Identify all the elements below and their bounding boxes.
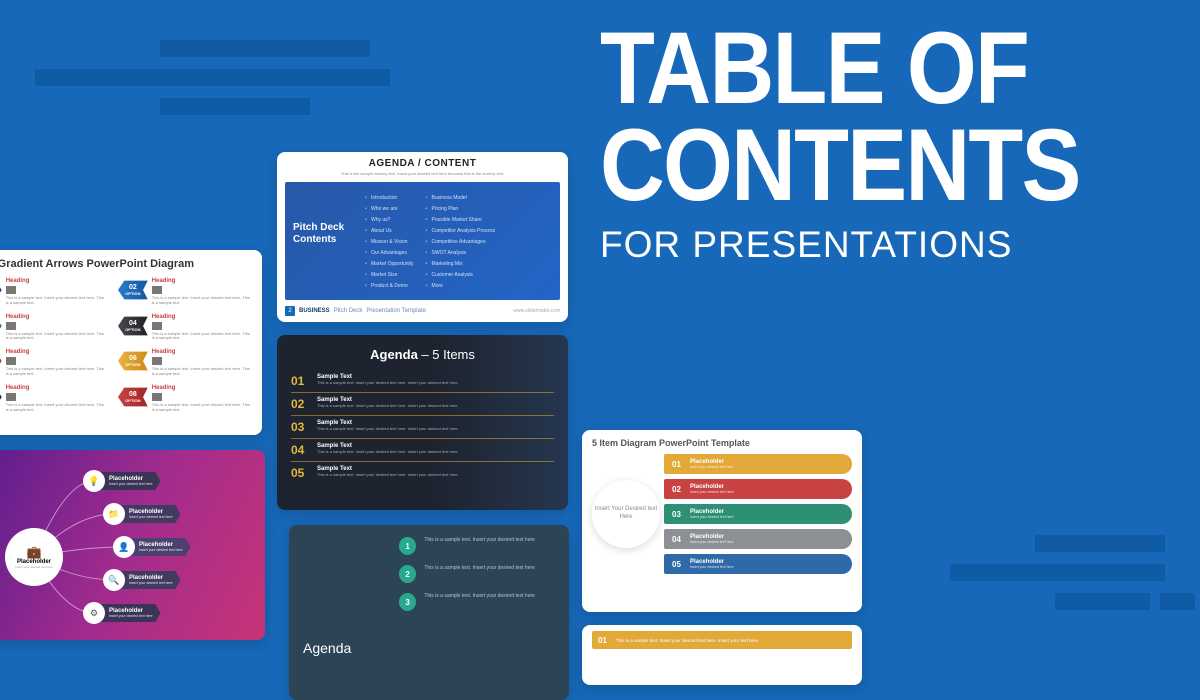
card5-bar: 02PlaceholderInsert your desired text he… [664,479,852,499]
card2-item: 01OPTIONHeadingThis is a sample text. In… [0,278,106,306]
search-icon: 🔍 [103,569,125,591]
decorative-bars-bottom [955,535,1195,610]
card4-node: 👤PlaceholderInsert your desired text her… [113,536,191,558]
thumbnail-gradient-arrows: teps Gradient Arrows PowerPoint Diagram … [0,250,262,435]
hero-line1: TABLE OF [600,20,1080,117]
hero-subtitle: FOR PRESENTATIONS [600,224,1145,266]
card5-bar: 03PlaceholderInsert your desired text he… [664,504,852,524]
thumbnail-agenda-teal: Agenda 1This is a sample text. Insert yo… [289,525,569,700]
card1-page-number: 2 [285,306,295,316]
card5-bar: 05PlaceholderInsert your desired text he… [664,554,852,574]
lightbulb-icon: 💡 [83,470,105,492]
card3-title: Agenda – 5 Items [291,347,554,362]
card4-node: 🔍PlaceholderInsert your desired text her… [103,569,181,591]
card1-subtitle: This is the sample dummy text. Insert yo… [287,171,558,176]
card4-node: ⚙PlaceholderInsert your desired text her… [83,602,161,624]
card3-row: 02Sample TextThis is a sample text. Inse… [291,393,554,416]
card5-title: 5 Item Diagram PowerPoint Template [592,438,852,448]
card4-node: 💡PlaceholderInsert your desired text her… [83,470,161,492]
card1-col2: Business ModelPricing PlanPossible Marke… [426,192,496,290]
thumbnail-5-item-diagram: 5 Item Diagram PowerPoint Template Inser… [582,430,862,612]
card3-row: 04Sample TextThis is a sample text. Inse… [291,439,554,462]
card5-bar: 04PlaceholderInsert your desired text he… [664,529,852,549]
card3-row: 05Sample TextThis is a sample text. Inse… [291,462,554,484]
thumbnail-bottom-cut: 01This is a sample text. Insert your des… [582,625,862,685]
card2-item: 05OPTIONHeadingThis is a sample text. In… [0,349,106,377]
card3-row: 03Sample TextThis is a sample text. Inse… [291,416,554,439]
card2-item: HeadingThis is a sample text. Insert you… [118,278,252,306]
card4-hub: 💼 Placeholder Insert your desired text h… [5,528,63,586]
card2-item: 03OPTIONHeadingThis is a sample text. In… [0,314,106,342]
decorative-bars-top [95,40,390,127]
thumbnail-agenda-content: AGENDA / CONTENT This is the sample dumm… [277,152,568,322]
card3-row: 01Sample TextThis is a sample text. Inse… [291,370,554,393]
card1-title: AGENDA / CONTENT [287,158,558,169]
card6-item: 1This is a sample text. Insert your desi… [399,537,559,555]
briefcase-icon: 💼 [27,545,42,559]
thumbnail-placeholder-mindmap: 💼 Placeholder Insert your desired text h… [0,450,265,640]
card6-item: 3This is a sample text. Insert your desi… [399,593,559,611]
gear-icon: ⚙ [83,602,105,624]
folder-icon: 📁 [103,503,125,525]
hero-line2: CONTENTS [600,117,1080,214]
card1-col1: IntroductionWho we areWhy us?About UsMis… [365,192,414,290]
card2-title: teps Gradient Arrows PowerPoint Diagram [0,258,252,270]
card2-item: 07OPTIONHeadingThis is a sample text. In… [0,385,106,413]
card6-item: 2This is a sample text. Insert your desi… [399,565,559,583]
card2-item: HeadingThis is a sample text. Insert you… [118,349,252,377]
card4-node: 📁PlaceholderInsert your desired text her… [103,503,181,525]
card2-item: HeadingThis is a sample text. Insert you… [118,314,252,342]
card5-bar: 01PlaceholderInsert your desired text he… [664,454,852,474]
card2-item: HeadingThis is a sample text. Insert you… [118,385,252,413]
card1-pitch-deck: Pitch Deck Contents [293,222,365,246]
avatar-icon: 👤 [113,536,135,558]
hero-title: TABLE OF CONTENTS FOR PRESENTATIONS [600,20,1145,266]
thumbnail-agenda-5-items: Agenda – 5 Items 01Sample TextThis is a … [277,335,568,510]
card5-center-circle: Insert Your Desired text Here [592,480,660,548]
card6-title: Agenda [303,640,351,656]
